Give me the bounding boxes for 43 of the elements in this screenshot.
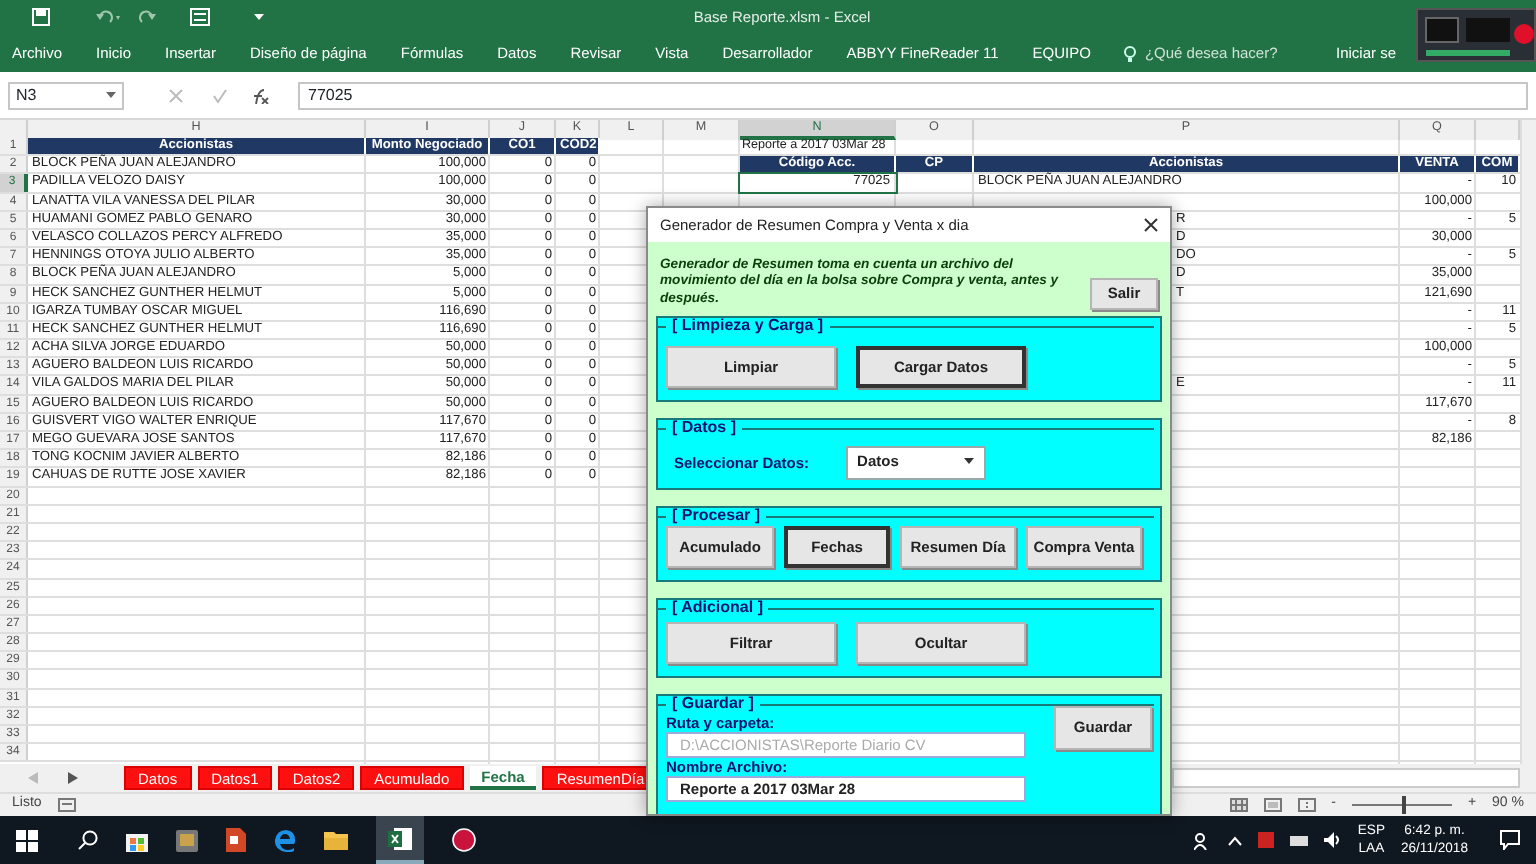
form-icon[interactable] bbox=[190, 8, 210, 26]
slider-thumb[interactable] bbox=[1401, 796, 1406, 814]
frame-title: [ Datos ] bbox=[672, 416, 736, 440]
store-icon[interactable] bbox=[126, 829, 148, 851]
network-icon[interactable] bbox=[1289, 833, 1308, 847]
next-sheet-icon[interactable] bbox=[68, 772, 78, 784]
dropdown-icon[interactable] bbox=[254, 12, 264, 22]
name-box[interactable]: N3 bbox=[8, 81, 124, 109]
notification-icon[interactable] bbox=[1500, 830, 1520, 850]
windows-icon[interactable] bbox=[16, 829, 38, 851]
search-icon[interactable] bbox=[78, 830, 98, 850]
frame-title: [ Adicional ] bbox=[672, 596, 763, 620]
macro-icon[interactable] bbox=[57, 798, 76, 812]
chevron-up-icon[interactable] bbox=[1227, 835, 1242, 845]
document-icon[interactable] bbox=[226, 828, 246, 852]
formula-field[interactable]: 77025 bbox=[298, 81, 1528, 109]
frame-title: [ Guardar ] bbox=[672, 692, 754, 716]
close-icon[interactable] bbox=[1144, 218, 1158, 232]
folder-icon[interactable] bbox=[324, 830, 348, 850]
app-window-icon[interactable] bbox=[176, 829, 198, 851]
lightbulb-icon bbox=[1124, 45, 1137, 61]
recorder-widget bbox=[1416, 8, 1536, 62]
browser-icon[interactable] bbox=[274, 829, 296, 851]
record-icon[interactable] bbox=[452, 828, 476, 852]
vertical-scrollbar[interactable] bbox=[1520, 120, 1536, 764]
horizontal-scrollbar[interactable] bbox=[1172, 768, 1520, 788]
app-tray-icon[interactable] bbox=[1257, 832, 1274, 848]
spreadsheet-icon[interactable] bbox=[388, 827, 412, 849]
frame-title: [ Limpieza y Carga ] bbox=[672, 314, 824, 338]
function-icon[interactable] bbox=[252, 87, 270, 103]
page-break-icon[interactable] bbox=[1297, 798, 1316, 812]
cancel-icon bbox=[168, 87, 184, 103]
page-layout-icon[interactable] bbox=[1263, 798, 1282, 812]
redo-icon[interactable] bbox=[134, 8, 162, 26]
frame-title: [ Procesar ] bbox=[672, 504, 761, 528]
normal-view-icon[interactable] bbox=[1229, 798, 1248, 812]
save-icon[interactable] bbox=[32, 8, 50, 26]
caret-icon bbox=[963, 458, 974, 466]
caret-icon bbox=[106, 91, 116, 99]
people-icon[interactable] bbox=[1193, 831, 1212, 849]
volume-icon[interactable] bbox=[1323, 832, 1342, 848]
enter-icon bbox=[212, 87, 228, 103]
undo-icon[interactable] bbox=[94, 8, 122, 26]
